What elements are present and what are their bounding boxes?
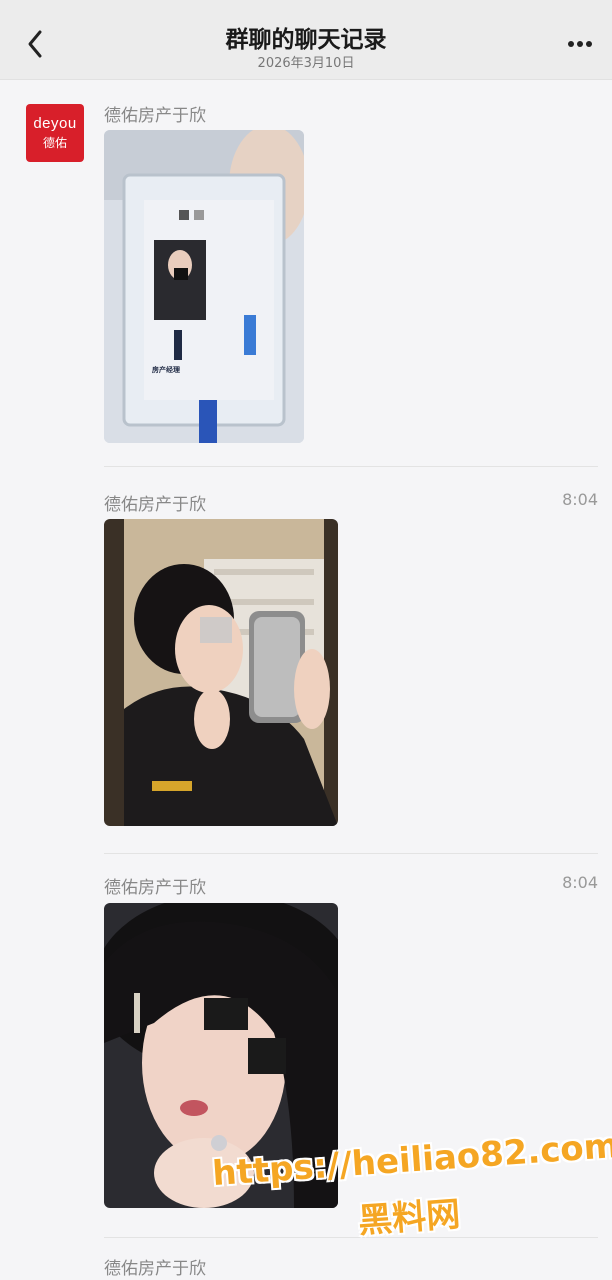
message-divider	[104, 466, 598, 467]
more-dots-icon	[568, 41, 574, 47]
badge-title-text: 房产经理	[152, 366, 180, 374]
sender-avatar[interactable]: deyou 德佑	[26, 104, 84, 162]
badge-photo-art	[104, 130, 304, 443]
message-sender: 德佑房产于欣	[104, 495, 206, 515]
message-divider	[104, 1237, 598, 1238]
message-sender: 德佑房产于欣	[104, 106, 206, 126]
message-sender: 德佑房产于欣	[104, 878, 206, 898]
mirror-selfie-photo[interactable]	[104, 519, 338, 826]
avatar-brand-cn: 德佑	[42, 136, 67, 150]
message-time: 8:04	[562, 873, 598, 892]
employee-badge-photo[interactable]: 房产经理	[104, 130, 304, 443]
watermark-name: 黑料网	[356, 1194, 462, 1242]
message-divider	[104, 853, 598, 854]
mirror-selfie-art	[104, 519, 338, 826]
message-time: 8:04	[562, 490, 598, 509]
chat-date: 2026年3月10日	[257, 56, 355, 71]
top-nav-bar: 群聊的聊天记录 2026年3月10日	[0, 0, 612, 80]
more-options-button[interactable]	[560, 26, 600, 62]
avatar-brand-text: deyou	[33, 115, 77, 132]
page-title: 群聊的聊天记录	[225, 27, 387, 53]
message-sender: 德佑房产于欣	[104, 1259, 206, 1279]
